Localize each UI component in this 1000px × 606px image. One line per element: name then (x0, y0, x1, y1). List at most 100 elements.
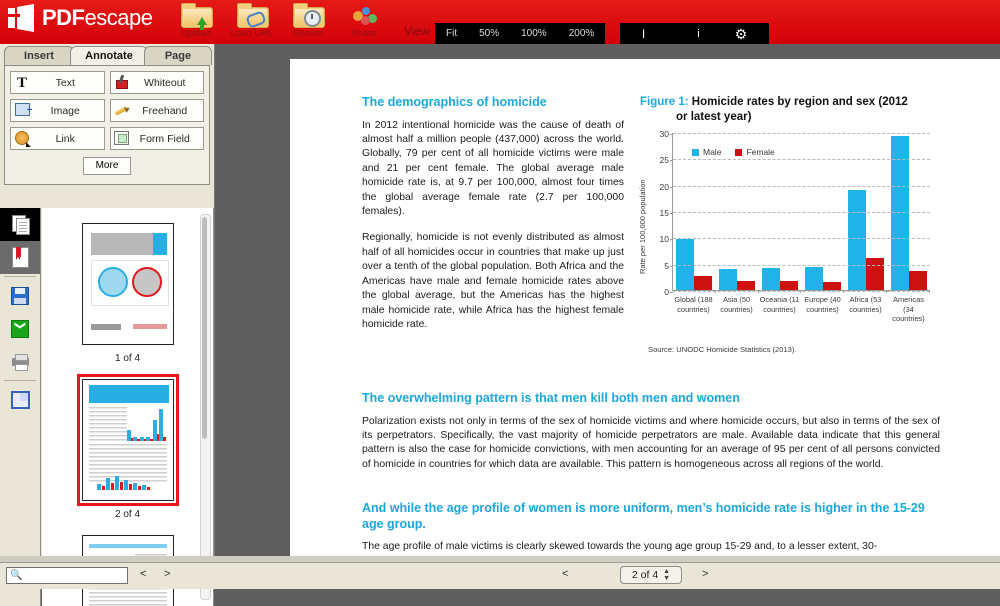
zoom-fit-button[interactable]: Fit (435, 23, 468, 44)
upload-button[interactable]: Upload (168, 1, 224, 39)
freehand-tool-button[interactable]: Freehand (109, 99, 204, 122)
magnifier-icon: 🔍 (10, 570, 23, 581)
pdfescape-window: PDFescape Upload Load URL Recent Share V… (0, 0, 1000, 606)
print-icon[interactable] (0, 345, 40, 378)
stepper-icon[interactable]: ▲ ▼ (663, 568, 670, 582)
download-icon[interactable] (0, 312, 40, 345)
info-icon[interactable]: i (675, 23, 722, 44)
thumbnail-image-1[interactable] (81, 223, 174, 345)
article-section-3: And while the age profile of women is mo… (362, 501, 940, 562)
view-label: View (404, 24, 430, 38)
figure-column-right: Figure 1: Homicide rates by region and s… (638, 95, 940, 354)
paragraph-demographics-1: In 2012 intentional homicide was the cau… (362, 119, 624, 218)
form-field-tool-button[interactable]: Form Field (109, 127, 204, 150)
chart-bar-female (822, 281, 841, 290)
freehand-pencil-icon (111, 100, 133, 121)
chart-y-tickmark (670, 186, 673, 188)
figure-label: Figure 1: (640, 96, 689, 108)
legend-swatch-male (692, 148, 699, 156)
text-tool-button[interactable]: T Text (10, 71, 105, 94)
recent-button[interactable]: Recent (280, 1, 336, 39)
text-cursor-icon[interactable]: I (620, 23, 667, 44)
legend-item-female: Female (735, 147, 775, 157)
top-toolbar: PDFescape Upload Load URL Recent Share V… (0, 0, 1000, 44)
chart-y-tickmark (670, 239, 673, 241)
thumbnail-label: 1 of 4 (114, 353, 141, 364)
pages-panel-icon[interactable] (0, 208, 40, 241)
link-tool-button[interactable]: Link (10, 127, 105, 150)
page-selector[interactable]: 2 of 4 ▲ ▼ (620, 566, 682, 584)
chart-gridline: 20 (660, 182, 930, 192)
share-button[interactable]: Share (336, 1, 392, 39)
document-viewer[interactable]: The demographics of homicide In 2012 int… (215, 44, 1000, 562)
chart-gridline: 10 (660, 234, 930, 244)
pdf-page: The demographics of homicide In 2012 int… (290, 59, 1000, 562)
thumbnail-image-2[interactable] (81, 379, 174, 501)
page-thumbnail-pane[interactable]: 1 of 4 2 of 4 (42, 208, 214, 606)
chart-gridline: 5 (664, 261, 930, 271)
tab-page[interactable]: Page (144, 46, 212, 65)
paragraph-demographics-2: Regionally, homicide is not evenly distr… (362, 232, 624, 330)
share-label: Share (351, 28, 377, 39)
form-field-icon (111, 128, 133, 149)
zoom-50-button[interactable]: 50% (468, 23, 510, 44)
thumbnail-page-2[interactable]: 2 of 4 (42, 374, 213, 520)
image-tool-button[interactable]: Image (10, 99, 105, 122)
bookmarks-panel-icon[interactable] (0, 241, 40, 274)
chart-bar-male (719, 269, 738, 290)
chart-x-label: Americas (34 countries) (892, 295, 925, 323)
chart-bar-male (847, 189, 866, 290)
window-icon[interactable] (0, 383, 40, 416)
brand-main: PDF (42, 5, 85, 30)
figure-title-line1: Homicide rates by region and sex (2012 (691, 96, 908, 108)
app-logo: PDFescape (8, 4, 153, 32)
status-bar: 🔍 < > < 2 of 4 ▲ ▼ > (0, 562, 1000, 589)
chart-gridline: 30 (660, 129, 930, 139)
chart-bar-female (865, 258, 884, 290)
page-next-button[interactable]: > (702, 568, 708, 580)
search-next-button[interactable]: > (164, 568, 170, 580)
chart-gridline: 15 (660, 208, 930, 218)
thumbnail-page-1[interactable]: 1 of 4 (42, 218, 213, 364)
page-prev-button[interactable]: < (562, 568, 568, 580)
folder-link-icon (237, 3, 269, 29)
search-box[interactable]: 🔍 (6, 567, 128, 584)
tool-row: Link Form Field (10, 127, 204, 150)
chart-y-tickmark (670, 292, 673, 293)
chart-source-note: Source: UNODC Homicide Statistics (2013)… (648, 345, 797, 354)
chart-bar-female (780, 280, 799, 290)
folder-upload-icon (181, 3, 213, 30)
chart-legend: Male Female (692, 147, 775, 157)
zoom-200-button[interactable]: 200% (558, 23, 606, 44)
load-url-label: Load URL (230, 28, 274, 39)
search-input[interactable] (22, 569, 127, 582)
load-url-button[interactable]: Load URL (224, 1, 280, 39)
tab-insert[interactable]: Insert (4, 46, 74, 65)
more-button[interactable]: More (83, 157, 131, 175)
whiteout-tool-icon (111, 72, 133, 93)
whiteout-tool-button[interactable]: Whiteout (109, 71, 204, 94)
zoom-100-button[interactable]: 100% (510, 23, 558, 44)
legend-label-female: Female (746, 147, 775, 157)
image-tool-icon (11, 100, 33, 121)
chart-x-label: Africa (53 countries) (849, 295, 882, 314)
figure-caption: Figure 1: Homicide rates by region and s… (640, 95, 940, 125)
gear-icon[interactable]: ⚙ (724, 23, 759, 44)
folder-clock-icon (293, 3, 325, 28)
chart-x-axis-labels: Global (188 countries) Asia (50 countries… (672, 295, 930, 324)
thumbnail-scrollbar[interactable] (200, 214, 211, 600)
settings-group: ⚙ (728, 23, 754, 44)
upload-label: Upload (180, 28, 212, 39)
save-icon[interactable] (0, 279, 40, 312)
paragraph-age-profile: The age profile of male victims is clear… (362, 541, 878, 553)
search-prev-button[interactable]: < (140, 568, 146, 580)
chart-y-tickmark (670, 213, 673, 214)
link-tool-label: Link (55, 132, 75, 145)
tab-annotate[interactable]: Annotate (70, 46, 148, 65)
freehand-tool-label: Freehand (142, 104, 188, 117)
chart-bar-male (762, 267, 781, 290)
image-tool-label: Image (50, 104, 80, 117)
thumbnail-label: 2 of 4 (114, 509, 141, 520)
more-row: More (10, 155, 204, 175)
zoom-segment-group: Fit 50% 100% 200% (435, 23, 606, 44)
